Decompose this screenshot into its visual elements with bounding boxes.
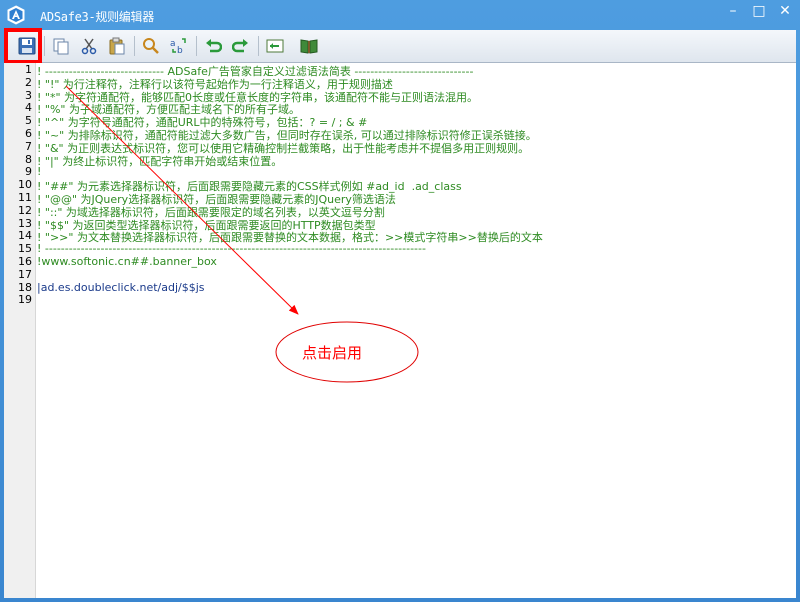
find-icon: [143, 38, 159, 54]
line-number: 19: [18, 293, 32, 307]
line-number: 5: [25, 114, 32, 128]
paste-icon: [109, 37, 125, 55]
code-editor[interactable]: 1 2 3 4 5 6 7 8 9 10 11 12 13 14 15 16 1…: [4, 63, 796, 598]
line-number: 3: [25, 88, 32, 102]
line-number-gutter: 1 2 3 4 5 6 7 8 9 10 11 12 13 14 15 16 1…: [4, 63, 36, 598]
code-line-comment: ! "|" 为终止标识符，匹配字符串开始或结束位置。: [37, 154, 283, 168]
cut-icon: [81, 38, 97, 55]
toolbar-separator: [258, 36, 259, 56]
redo-icon: [232, 39, 248, 53]
code-line-rule: |ad.es.doubleclick.net/adj/$$js: [37, 280, 205, 294]
help-button[interactable]: [298, 35, 320, 57]
line-number: 9: [25, 165, 32, 179]
find-button[interactable]: [140, 35, 162, 57]
title-bar[interactable]: ADSafe3-规则编辑器 – □ ✕: [0, 0, 800, 30]
maximize-button[interactable]: □: [748, 2, 770, 22]
replace-icon: a b: [170, 38, 186, 55]
toolbar-separator: [44, 36, 45, 56]
toolbar-separator: [196, 36, 197, 56]
svg-text:a: a: [170, 39, 176, 49]
copy-icon: [53, 38, 69, 55]
line-number: 15: [18, 242, 32, 256]
undo-button[interactable]: [202, 35, 224, 57]
redo-button[interactable]: [230, 35, 252, 57]
line-number: 1: [25, 63, 32, 76]
line-number: 8: [25, 152, 32, 166]
line-number: 10: [18, 178, 32, 192]
line-number: 6: [25, 127, 32, 140]
paste-button[interactable]: [106, 35, 128, 57]
code-line-comment: ! --------------------------------------…: [37, 242, 426, 256]
toolbar-separator: [134, 36, 135, 56]
copy-button[interactable]: [50, 35, 72, 57]
line-number: 17: [18, 267, 32, 281]
rule-editor-window: ADSafe3-规则编辑器 – □ ✕ a b 1 2 3 4 5 6 7 8 …: [0, 0, 800, 602]
line-number: 14: [18, 229, 32, 243]
code-line-disabled-rule: !www.softonic.cn##.banner_box: [37, 255, 217, 268]
line-number: 4: [25, 101, 32, 115]
line-number: 7: [25, 139, 32, 153]
minimize-button[interactable]: –: [722, 2, 744, 22]
adsafe-logo-icon: [7, 5, 25, 25]
save-highlight-box: [4, 28, 42, 64]
line-number: 2: [25, 75, 32, 89]
line-number: 16: [18, 255, 32, 268]
window-title: ADSafe3-规则编辑器: [40, 10, 154, 24]
undo-icon: [206, 39, 222, 53]
line-number: 12: [18, 203, 32, 217]
import-icon: [266, 39, 284, 53]
line-number: 13: [18, 216, 32, 230]
cut-button[interactable]: [78, 35, 100, 57]
line-number: 11: [18, 191, 32, 204]
annotation-label: 点击启用: [302, 344, 363, 362]
replace-button[interactable]: a b: [168, 35, 190, 57]
import-button[interactable]: [264, 35, 286, 57]
book-icon: [300, 39, 318, 54]
code-line-comment: !: [37, 165, 42, 179]
toolbar: a b: [4, 30, 796, 63]
close-button[interactable]: ✕: [774, 2, 796, 22]
line-number: 18: [18, 280, 32, 294]
svg-text:b: b: [177, 46, 183, 55]
